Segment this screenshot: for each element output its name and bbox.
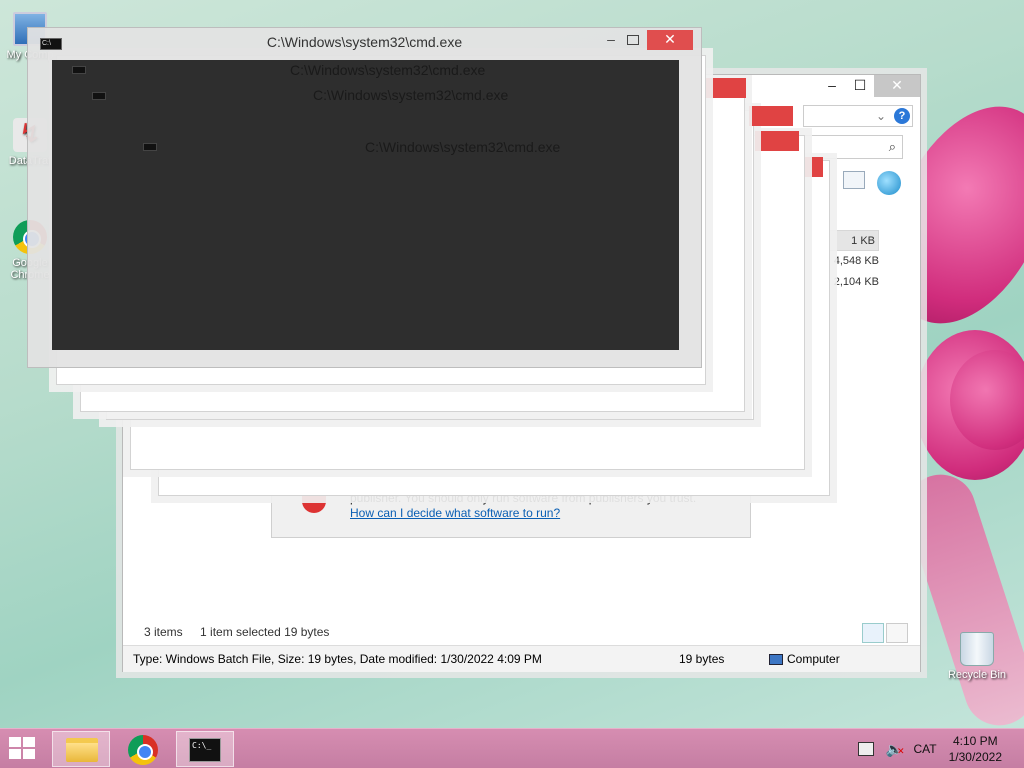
file-size: 1 KB (823, 230, 879, 251)
file-size: 2,104 KB (833, 276, 879, 288)
search-icon: ⌕ (888, 139, 896, 154)
cmd-system-icon (143, 143, 157, 151)
close-button[interactable]: ✕ (874, 75, 920, 97)
language-indicator[interactable]: CAT (914, 742, 937, 756)
help-link[interactable]: How can I decide what software to run? (350, 506, 560, 520)
shell-icon[interactable] (877, 171, 901, 195)
window-title-echo: C:\Windows\system32\cmd.exe (290, 62, 486, 78)
folder-icon (66, 738, 98, 762)
minimize-button[interactable]: – (603, 32, 619, 48)
minimize-button[interactable]: – (818, 75, 846, 97)
volume-muted-icon[interactable]: 🔈 (886, 742, 905, 758)
desktop-icon-recycle-bin[interactable]: Recycle Bin (944, 632, 1010, 681)
file-size-column: 1 KB 4,548 KB 2,104 KB (823, 230, 879, 293)
status-bar: 3 items 1 item selected 19 bytes (123, 621, 920, 643)
console-output[interactable] (52, 60, 679, 350)
window-title-echo: C:\Windows\system32\cmd.exe (365, 139, 561, 155)
taskbar-file-explorer[interactable] (52, 731, 110, 767)
taskbar-cmd[interactable]: C:\_ (176, 731, 234, 767)
network-icon[interactable] (857, 742, 874, 756)
close-icon (749, 106, 793, 126)
selection-info: 1 item selected 19 bytes (200, 625, 330, 639)
view-switcher (862, 623, 908, 643)
desktop-icon-label: Recycle Bin (947, 669, 1007, 681)
details-view-button[interactable] (862, 623, 884, 643)
close-icon (755, 131, 799, 151)
search-input[interactable]: ⌕ (803, 135, 903, 159)
location-info: Computer (769, 646, 840, 672)
close-icon (702, 78, 746, 98)
cmd-caption-buttons: – ✕ (603, 30, 693, 50)
address-bar[interactable]: ⌄ ? (803, 105, 913, 127)
chrome-icon (128, 735, 158, 765)
start-button[interactable] (9, 737, 37, 761)
window-title: C:\Windows\system32\cmd.exe (266, 34, 463, 50)
maximize-button[interactable] (627, 35, 639, 45)
window-title-echo: C:\Windows\system32\cmd.exe (313, 87, 509, 103)
file-size: 4,548 KB (833, 255, 879, 267)
taskbar-chrome[interactable] (114, 731, 172, 767)
large-icons-view-button[interactable] (886, 623, 908, 643)
computer-icon (769, 653, 783, 665)
close-button[interactable]: ✕ (647, 30, 693, 50)
cmd-icon: C:\_ (189, 738, 221, 762)
cmd-system-icon (92, 92, 106, 100)
maximize-button[interactable]: ☐ (846, 75, 874, 97)
clock-time: 4:10 PM (952, 734, 998, 748)
recycle-bin-icon (960, 632, 994, 666)
explorer-caption-buttons: – ☐ ✕ (818, 75, 920, 97)
system-tray: 🔈 CAT 4:10 PM 1/30/2022 (857, 729, 1024, 768)
file-size-info: 19 bytes (679, 652, 725, 666)
explorer-toolbar (843, 171, 901, 195)
clock[interactable]: 4:10 PM 1/30/2022 (949, 733, 1002, 765)
details-bar: Type: Windows Batch File, Size: 19 bytes… (123, 645, 920, 672)
help-icon[interactable]: ? (894, 108, 910, 124)
clock-date: 1/30/2022 (948, 750, 1002, 764)
cmd-system-icon (72, 66, 86, 74)
cmd-window[interactable]: C:\ C:\Windows\system32\cmd.exe – ✕ (27, 27, 702, 368)
item-count: 3 items (144, 625, 183, 639)
file-type-info: Type: Windows Batch File, Size: 19 bytes… (133, 652, 542, 666)
taskbar: C:\_ 🔈 CAT 4:10 PM 1/30/2022 (0, 728, 1024, 768)
email-icon[interactable] (843, 171, 865, 189)
chevron-down-icon[interactable]: ⌄ (876, 109, 886, 123)
location-label: Computer (787, 652, 840, 666)
